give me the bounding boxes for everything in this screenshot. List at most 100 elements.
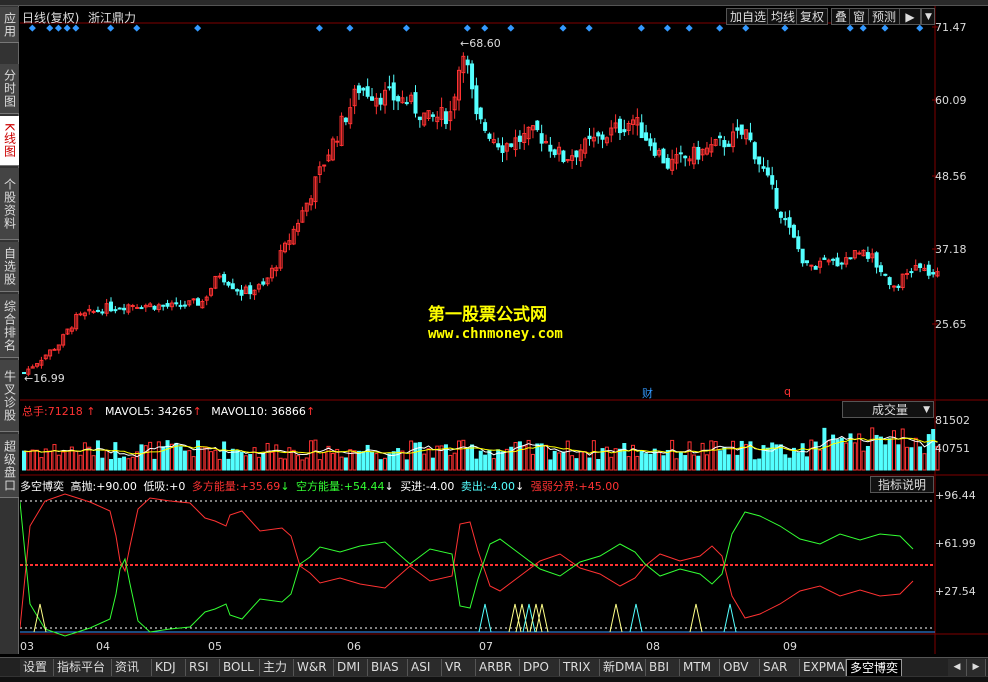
arrow-right-icon[interactable]: ▶ [899, 8, 921, 25]
price-axis-label: 48.56 [935, 170, 967, 183]
tab-14[interactable]: TRIX [560, 659, 600, 676]
candle-body [813, 266, 818, 270]
volume-bar [757, 458, 762, 471]
restore-rights-button[interactable]: 复权 [796, 8, 829, 25]
finance-marker[interactable]: 财 [642, 385, 653, 401]
volume-bar [204, 447, 209, 471]
date-label: 06 [347, 640, 361, 653]
volume-bar [709, 440, 714, 471]
candle-body [487, 133, 492, 139]
volume-bar [752, 459, 757, 471]
event-marker[interactable]: q [784, 385, 791, 398]
date-label: 03 [20, 640, 34, 653]
tab-16[interactable]: BBI [646, 659, 680, 676]
tab-10[interactable]: ASI [408, 659, 442, 676]
tab-17[interactable]: MTM [680, 659, 720, 676]
indicator-axis-label: +61.99 [935, 537, 976, 550]
volume-bar [196, 440, 200, 471]
sidebar-item-diagnosis[interactable]: 牛叉诊股 [0, 360, 19, 432]
volume-bar [78, 454, 83, 471]
chart-area[interactable]: 日线(复权) 浙江鼎力 加自选 均线 复权 叠 窗 预测 ▶ ▼ 71.47 6… [20, 6, 988, 654]
scroll-right-icon[interactable]: ▶ [967, 659, 986, 676]
candle-body [800, 248, 805, 264]
sidebar-item-watchlist[interactable]: 自选股 [0, 242, 19, 292]
sidebar-item-intraday[interactable]: 分时图 [0, 64, 19, 114]
tab-11[interactable]: VR [442, 659, 476, 676]
volume-bar [570, 455, 575, 471]
volume-bar [322, 452, 327, 471]
volume-bar [852, 442, 857, 471]
tab-4[interactable]: RSI [186, 659, 220, 676]
tab-5[interactable]: BOLL [220, 659, 260, 676]
signal-diamond [194, 24, 202, 32]
volume-bar [217, 458, 222, 471]
volume-bar [22, 450, 26, 471]
tab-18[interactable]: OBV [720, 659, 760, 676]
scroll-left-icon[interactable]: ◀ [948, 659, 967, 676]
volume-bar [26, 451, 31, 471]
candle-body [887, 277, 892, 286]
candle-body [783, 218, 788, 221]
tab-15[interactable]: 新DMA [600, 659, 646, 676]
watermark-title: 第一股票公式网 [428, 305, 547, 325]
volume-bar [878, 436, 883, 471]
volume-bar [87, 446, 92, 471]
volume-bar [269, 451, 274, 471]
tab-8[interactable]: DMI [334, 659, 368, 676]
ma-button[interactable]: 均线 [767, 8, 800, 25]
overlay-button[interactable]: 叠 [831, 8, 852, 25]
candle-body [561, 150, 566, 163]
sidebar-item-stock-info[interactable]: 个股资料 [0, 168, 19, 240]
volume-bar [139, 444, 144, 471]
sidebar-item-level2[interactable]: 超级盘口 [0, 434, 19, 498]
volume-bar [617, 448, 622, 471]
candle-body [683, 155, 688, 159]
volume-bar [918, 446, 923, 471]
tab-2[interactable]: 资讯 [112, 659, 152, 676]
volume-bar [95, 440, 100, 471]
sidebar-item-kline[interactable]: K线图 [0, 116, 19, 166]
dropdown-icon[interactable]: ▼ [921, 8, 935, 25]
volume-bar [461, 439, 466, 471]
candle-body [892, 285, 896, 288]
add-watchlist-button[interactable]: 加自选 [726, 8, 771, 25]
tab-1[interactable]: 指标平台 [54, 659, 112, 676]
candle-body [496, 143, 501, 148]
tab-13[interactable]: DPO [520, 659, 560, 676]
volume-bar [457, 440, 461, 471]
tab-19[interactable]: SAR [760, 659, 800, 676]
candle-body [839, 262, 844, 265]
candle-body [622, 129, 627, 133]
candle-body [874, 252, 879, 268]
candle-body [539, 133, 544, 144]
candle-body [778, 211, 783, 218]
volume-bar [539, 443, 544, 471]
candle-body [665, 157, 670, 169]
tab-20[interactable]: EXPMA [800, 659, 846, 676]
tab-6[interactable]: 主力 [260, 659, 294, 676]
tab-12[interactable]: ARBR [476, 659, 520, 676]
tab-0[interactable]: 设置 [20, 659, 54, 676]
volume-selector[interactable]: 成交量 ▼ [842, 401, 934, 418]
tab-7[interactable]: W&R [294, 659, 334, 676]
volume-bar [182, 450, 187, 471]
volume-bar [283, 458, 287, 471]
forecast-button[interactable]: 预测 [868, 8, 901, 25]
candle-body [661, 148, 666, 164]
window-button[interactable]: 窗 [849, 8, 870, 25]
volume-bar [130, 456, 135, 471]
volume-bar [430, 457, 435, 471]
volume-bar [722, 447, 727, 471]
volume-bar [304, 457, 309, 471]
sidebar-item-app[interactable]: 应用 [0, 7, 19, 43]
tab-9[interactable]: BIAS [368, 659, 408, 676]
indicator-help-button[interactable]: 指标说明 [870, 476, 934, 493]
tab-21[interactable]: 多空博奕 [846, 659, 902, 676]
volume-bar [578, 450, 583, 471]
volume-bar [809, 439, 814, 471]
volume-bar [82, 442, 87, 471]
tab-3[interactable]: KDJ [152, 659, 186, 676]
volume-bar [109, 459, 113, 471]
volume-bar [583, 451, 588, 471]
sidebar-item-ranking[interactable]: 综合排名 [0, 294, 19, 358]
